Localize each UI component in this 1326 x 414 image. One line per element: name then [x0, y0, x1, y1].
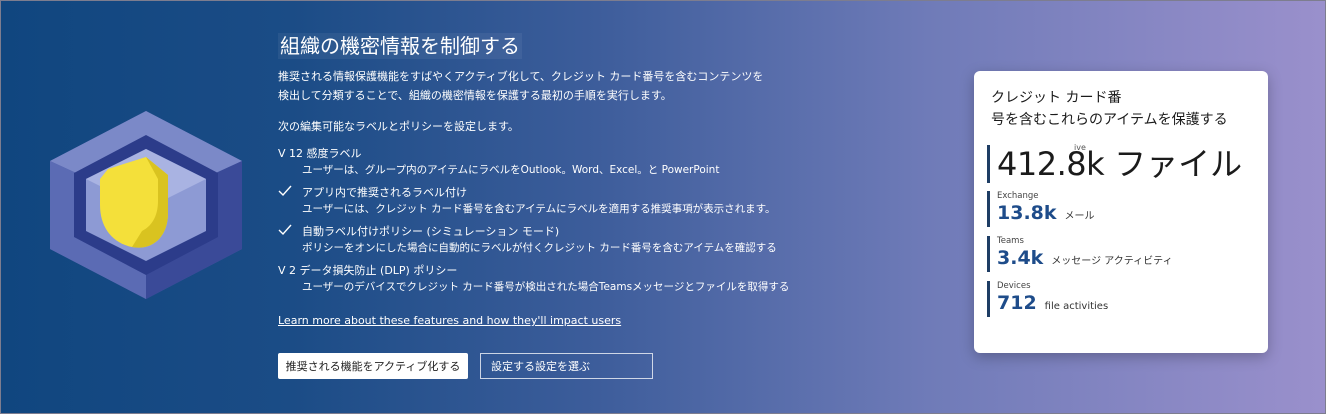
card-title: クレジット カード番 号を含むこれらのアイテムを保護する — [991, 90, 1228, 128]
stat-unit: メッセージ アクティビティ — [1051, 256, 1173, 267]
stat-unit: file activities — [1044, 301, 1109, 312]
feature-title: アプリ内で推奨されるラベル付け — [302, 186, 467, 199]
page-title: 組織の機密情報を制御する — [278, 33, 522, 59]
main-content: 組織の機密情報を制御する 推奨される情報保護機能をすばやくアクティブ化して、クレ… — [278, 33, 968, 302]
total-files-stat: 412.8k ファイル — [987, 145, 1242, 183]
feature-subtitle: ユーザーのデバイスでクレジット カード番号が検出された場合Teamsメッセージと… — [302, 281, 790, 293]
stat-exchange: Exchange 13.8k メール — [987, 191, 1095, 227]
chevron-marker: V — [278, 147, 286, 160]
description: 推奨される情報保護機能をすばやくアクティブ化して、クレジット カード番号を含むコ… — [278, 70, 764, 102]
feature-sensitivity-labels: V 12 感度ラベル ユーザーは、グループ内のアイテムにラベルをOutlook。… — [278, 146, 968, 178]
feature-auto-labeling: 自動ラベル付けポリシー (シミュレーション モード) ポリシーをオンにした場合に… — [278, 224, 968, 256]
stat-value: 712 — [997, 292, 1037, 314]
stat-devices: Devices 712 file activities — [987, 281, 1108, 317]
feature-title: 自動ラベル付けポリシー (シミュレーション モード) — [302, 225, 560, 238]
stat-value: 13.8k — [997, 202, 1057, 224]
chevron-marker: V — [278, 264, 286, 277]
learn-more-link[interactable]: Learn more about these features and how … — [278, 314, 621, 327]
checkmark-icon — [278, 224, 302, 240]
feature-dlp-policies: V 2 データ損失防止 (DLP) ポリシー ユーザーのデバイスでクレジット カ… — [278, 263, 968, 295]
checkmark-icon — [278, 185, 302, 201]
total-unit: ファイル — [1114, 145, 1243, 183]
feature-subtitle: ユーザーには、クレジット カード番号を含むアイテムにラベルを適用する推奨事項が表… — [302, 203, 776, 215]
stat-teams: Teams 3.4k メッセージ アクティビティ — [987, 236, 1173, 272]
feature-recommended-labeling: アプリ内で推奨されるラベル付け ユーザーには、クレジット カード番号を含むアイテ… — [278, 185, 968, 217]
shield-hexagon-icon — [50, 111, 242, 299]
total-value: 412.8k — [997, 145, 1105, 183]
stat-label: Teams — [997, 236, 1024, 246]
feature-subtitle: ユーザーは、グループ内のアイテムにラベルをOutlook。Word、Excel。… — [302, 164, 720, 176]
activate-recommended-button[interactable]: 推奨される機能をアクティブ化する — [278, 353, 468, 379]
feature-title: 2 データ損失防止 (DLP) ポリシー — [289, 264, 458, 277]
stats-card: クレジット カード番 号を含むこれらのアイテムを保護する ive 412.8k フ… — [974, 71, 1268, 353]
intro-text: 次の編集可能なラベルとポリシーを設定します。 — [278, 120, 519, 133]
stat-unit: メール — [1064, 211, 1095, 222]
feature-subtitle: ポリシーをオンにした場合に自動的にラベルが付くクレジット カード番号を含むアイテ… — [302, 242, 777, 254]
choose-settings-button[interactable]: 設定する設定を選ぶ — [480, 353, 653, 379]
banner: 組織の機密情報を制御する 推奨される情報保護機能をすばやくアクティブ化して、クレ… — [0, 0, 1326, 414]
stat-value: 3.4k — [997, 247, 1044, 269]
feature-title: 12 感度ラベル — [289, 147, 362, 160]
stat-label: Exchange — [997, 191, 1039, 201]
stat-label: Devices — [997, 281, 1031, 291]
